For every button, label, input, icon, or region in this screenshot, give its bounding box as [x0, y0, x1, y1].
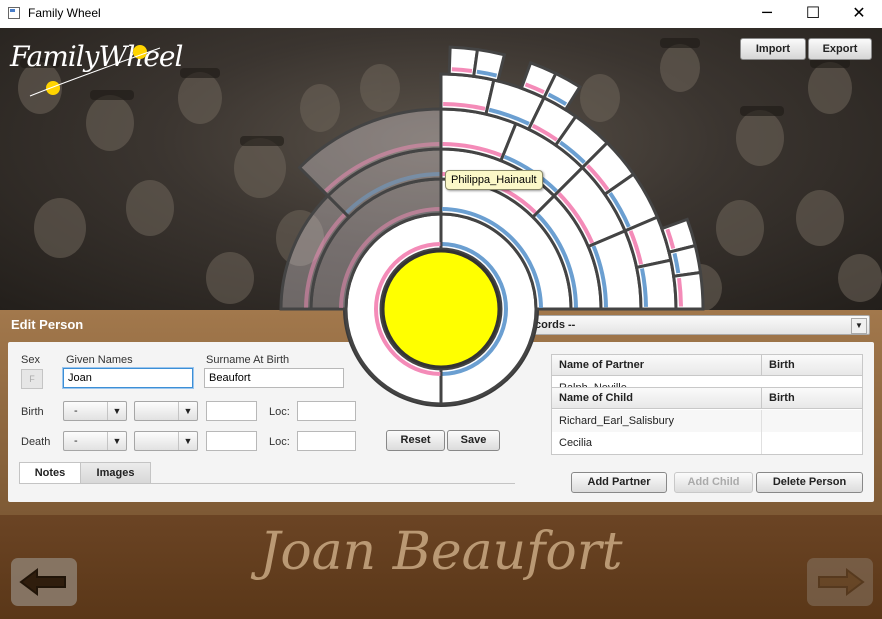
minimize-button[interactable]: ─: [744, 0, 790, 28]
chevron-down-icon: ▼: [107, 432, 126, 450]
death-label: Death: [21, 436, 51, 448]
given-names-input[interactable]: Joan: [63, 368, 193, 388]
children-table: Name of Child Birth Richard_Earl_Salisbu…: [551, 387, 863, 455]
child-name-cell: Cecilia: [552, 432, 762, 454]
death-location-input[interactable]: [297, 431, 356, 451]
app-icon: [8, 7, 20, 19]
birth-loc-label: Loc:: [269, 406, 290, 418]
close-button[interactable]: ✕: [836, 0, 882, 28]
window-title: Family Wheel: [28, 6, 101, 20]
birth-day-value: -: [74, 405, 78, 417]
chevron-down-icon: ▼: [851, 318, 867, 334]
birth-year-input[interactable]: [206, 401, 257, 421]
partners-table-header: Name of Partner Birth: [552, 355, 862, 376]
birth-month-select[interactable]: ▼: [134, 401, 198, 421]
sex-label: Sex: [21, 354, 40, 366]
add-partner-button[interactable]: Add Partner: [571, 472, 667, 493]
chevron-down-icon: ▼: [107, 402, 126, 420]
save-button[interactable]: Save: [447, 430, 500, 451]
person-tooltip: Philippa_Hainault: [445, 170, 543, 190]
reset-button[interactable]: Reset: [386, 430, 445, 451]
death-year-input[interactable]: [206, 431, 257, 451]
death-day-select[interactable]: - ▼: [63, 431, 127, 451]
tab-divider: [19, 483, 515, 484]
arrow-right-icon: [818, 568, 865, 596]
records-select-value: cords --: [535, 319, 576, 331]
import-button[interactable]: Import: [740, 38, 806, 60]
child-name-cell: Richard_Earl_Salisbury: [552, 410, 762, 432]
partner-name-column-header[interactable]: Name of Partner: [552, 355, 762, 375]
child-birth-column-header[interactable]: Birth: [762, 388, 862, 408]
logo-accent-icon: [29, 45, 161, 97]
death-loc-label: Loc:: [269, 436, 290, 448]
table-row[interactable]: Richard_Earl_Salisbury: [552, 410, 862, 432]
maximize-button[interactable]: ☐: [790, 0, 836, 28]
selected-person-name: Joan Beaufort: [259, 522, 623, 582]
title-bar: Family Wheel ─ ☐ ✕: [0, 0, 882, 28]
given-names-label: Given Names: [66, 354, 133, 366]
arrow-left-icon: [19, 568, 66, 596]
chevron-down-icon: ▼: [178, 432, 197, 450]
tab-notes[interactable]: Notes: [19, 462, 81, 484]
forward-button[interactable]: [807, 558, 873, 606]
export-button[interactable]: Export: [808, 38, 872, 60]
delete-person-button[interactable]: Delete Person: [756, 472, 863, 493]
surname-label: Surname At Birth: [206, 354, 290, 366]
partners-table: Name of Partner Birth Ralph_Neville: [551, 354, 863, 388]
chevron-down-icon: ▼: [178, 402, 197, 420]
child-name-column-header[interactable]: Name of Child: [552, 388, 762, 408]
death-month-select[interactable]: ▼: [134, 431, 198, 451]
edit-person-title: Edit Person: [11, 317, 84, 332]
children-table-header: Name of Child Birth: [552, 388, 862, 409]
back-button[interactable]: [11, 558, 77, 606]
birth-location-input[interactable]: [297, 401, 356, 421]
birth-day-select[interactable]: - ▼: [63, 401, 127, 421]
table-row[interactable]: Cecilia: [552, 432, 862, 454]
birth-label: Birth: [21, 406, 44, 418]
tab-images[interactable]: Images: [80, 462, 151, 484]
records-select[interactable]: cords -- ▼: [510, 315, 870, 335]
partner-birth-column-header[interactable]: Birth: [762, 355, 862, 375]
death-day-value: -: [74, 435, 78, 447]
add-child-button[interactable]: Add Child: [674, 472, 753, 493]
sex-field[interactable]: F: [21, 369, 43, 389]
surname-input[interactable]: Beaufort: [204, 368, 344, 388]
